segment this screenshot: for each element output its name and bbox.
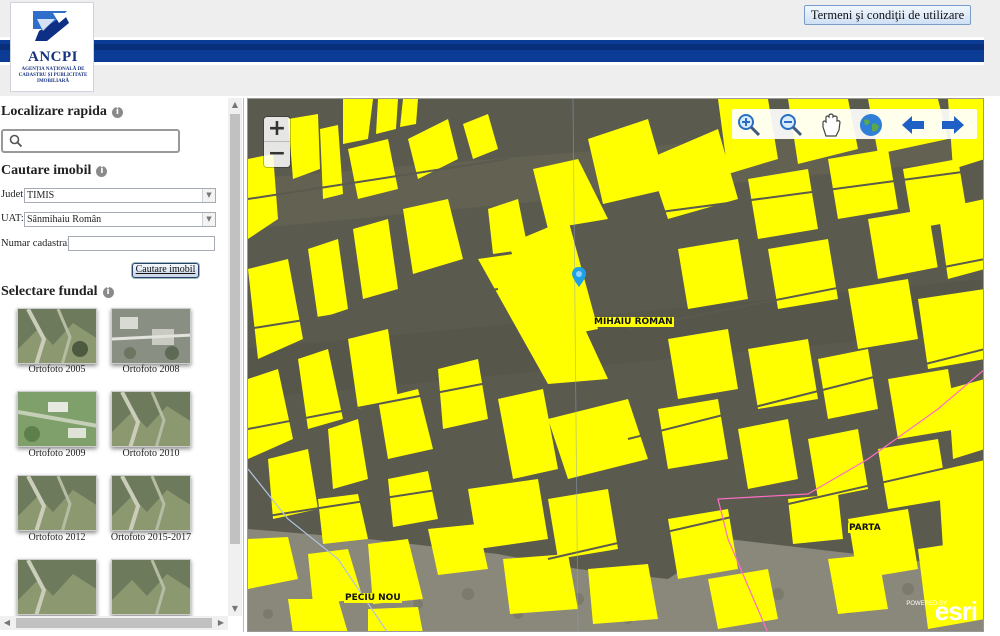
basemap-title-text: Selectare fundal xyxy=(1,284,98,299)
uat-label: UAT: xyxy=(1,213,24,224)
pan-hand-icon[interactable] xyxy=(818,112,844,138)
chevron-down-icon[interactable]: ▼ xyxy=(202,213,215,226)
logo-name: ANCPI xyxy=(28,49,78,65)
county-select[interactable]: TIMIS ▼ xyxy=(24,188,216,203)
orthophoto-thumbnail-icon xyxy=(112,392,190,446)
info-icon[interactable]: i xyxy=(102,287,114,298)
basemap-label-2009: Ortofoto 2009 xyxy=(28,448,86,459)
header-stripe-bottom xyxy=(0,62,984,65)
sidebar-horizontal-scrollbar[interactable]: ◀ ▶ xyxy=(0,616,228,630)
uat-select[interactable]: Sânmihaiu Român ▼ xyxy=(24,212,216,227)
logo-mark-icon xyxy=(33,11,71,41)
map-label-parta: PARTA xyxy=(848,523,882,533)
quick-locate-title-text: Localizare rapida xyxy=(1,104,107,119)
basemap-thumb-2010[interactable] xyxy=(111,391,191,447)
cadastral-label: Numar cadastral: xyxy=(1,238,74,249)
zoom-control: + − xyxy=(264,117,290,167)
orthophoto-thumbnail-icon xyxy=(112,560,190,614)
basemap-label-2005: Ortofoto 2005 xyxy=(28,364,86,375)
info-icon[interactable]: i xyxy=(96,166,108,177)
scroll-left-icon[interactable]: ◀ xyxy=(0,616,14,630)
header: ANCPI AGENȚIA NAȚIONALĂ DE CADASTRU ȘI P… xyxy=(0,0,1000,96)
location-pin-icon[interactable] xyxy=(572,267,586,287)
scroll-up-icon[interactable]: ▲ xyxy=(228,98,242,112)
property-search-button[interactable]: Cautare imobil xyxy=(132,263,199,278)
search-icon xyxy=(9,134,23,148)
basemap-thumb[interactable] xyxy=(17,559,97,615)
scroll-right-icon[interactable]: ▶ xyxy=(214,616,228,630)
map-view[interactable]: MIHAIU ROMAN PARTA PECIU NOU + − POWERED… xyxy=(247,98,984,632)
orthophoto-thumbnail-icon xyxy=(18,560,96,614)
property-search-title-text: Cautare imobil xyxy=(1,163,92,178)
ancpi-logo[interactable]: ANCPI AGENȚIA NAȚIONALĂ DE CADASTRU ȘI P… xyxy=(10,2,94,92)
sidebar: Localizare rapida i Cautare imobil i Judet… xyxy=(0,98,244,632)
basemap-label-2010: Ortofoto 2010 xyxy=(122,448,180,459)
powered-by-text: POWERED BY xyxy=(906,601,947,607)
zoom-out-icon[interactable] xyxy=(778,112,804,138)
basemap-thumb-2008[interactable] xyxy=(111,308,191,364)
orthophoto-thumbnail-icon xyxy=(18,476,96,530)
logo-subtitle: AGENȚIA NAȚIONALĂ DE CADASTRU ȘI PUBLICI… xyxy=(18,67,88,84)
orthophoto-thumbnail-icon xyxy=(112,309,190,363)
sidebar-vertical-scrollbar[interactable]: ▲ ▼ xyxy=(228,98,242,616)
previous-extent-icon[interactable] xyxy=(900,112,926,138)
scroll-down-icon[interactable]: ▼ xyxy=(228,602,242,616)
zoom-in-icon[interactable] xyxy=(736,112,762,138)
cadastral-number-input[interactable] xyxy=(68,236,215,251)
info-icon[interactable]: i xyxy=(111,107,123,118)
property-search-title: Cautare imobil i xyxy=(1,163,108,179)
zoom-in-button[interactable]: + xyxy=(264,117,290,142)
esri-attribution[interactable]: POWERED BY esri xyxy=(906,596,978,627)
county-label: Judet: xyxy=(1,189,27,200)
zoom-out-button[interactable]: − xyxy=(264,142,290,167)
basemap-thumb-2015-2017[interactable] xyxy=(111,475,191,531)
basemap-label-2012: Ortofoto 2012 xyxy=(28,532,86,543)
orthophoto-thumbnail-icon xyxy=(18,309,96,363)
app-window: ANCPI AGENȚIA NAȚIONALĂ DE CADASTRU ȘI P… xyxy=(0,0,1000,636)
basemap-title: Selectare fundal i xyxy=(1,284,114,300)
map-parcels-layer[interactable] xyxy=(248,99,984,632)
quick-locate-title: Localizare rapida i xyxy=(1,104,123,120)
quick-search-input[interactable] xyxy=(25,133,175,149)
basemap-thumb[interactable] xyxy=(111,559,191,615)
scrollbar-thumb[interactable] xyxy=(16,618,212,628)
next-extent-icon[interactable] xyxy=(940,112,966,138)
basemap-thumb-2009[interactable] xyxy=(17,391,97,447)
map-label-sanmihaiu: MIHAIU ROMAN xyxy=(593,317,674,327)
scrollbar-thumb[interactable] xyxy=(230,114,240,544)
basemap-thumb-2005[interactable] xyxy=(17,308,97,364)
uat-select-value: Sânmihaiu Român xyxy=(27,214,102,225)
county-select-value: TIMIS xyxy=(27,190,55,201)
basemap-label-2015-2017: Ortofoto 2015-2017 xyxy=(110,532,192,543)
chevron-down-icon[interactable]: ▼ xyxy=(202,189,215,202)
map-toolbar xyxy=(732,109,977,139)
orthophoto-thumbnail-icon xyxy=(18,392,96,446)
quick-search-box[interactable] xyxy=(1,129,180,153)
full-extent-globe-icon[interactable] xyxy=(858,112,884,138)
map-label-peciu-nou: PECIU NOU xyxy=(344,593,402,603)
terms-button[interactable]: Termeni şi condiţii de utilizare xyxy=(804,5,971,25)
basemap-label-2008: Ortofoto 2008 xyxy=(122,364,180,375)
orthophoto-thumbnail-icon xyxy=(112,476,190,530)
basemap-thumb-2012[interactable] xyxy=(17,475,97,531)
header-blue-band-inner xyxy=(0,44,984,50)
